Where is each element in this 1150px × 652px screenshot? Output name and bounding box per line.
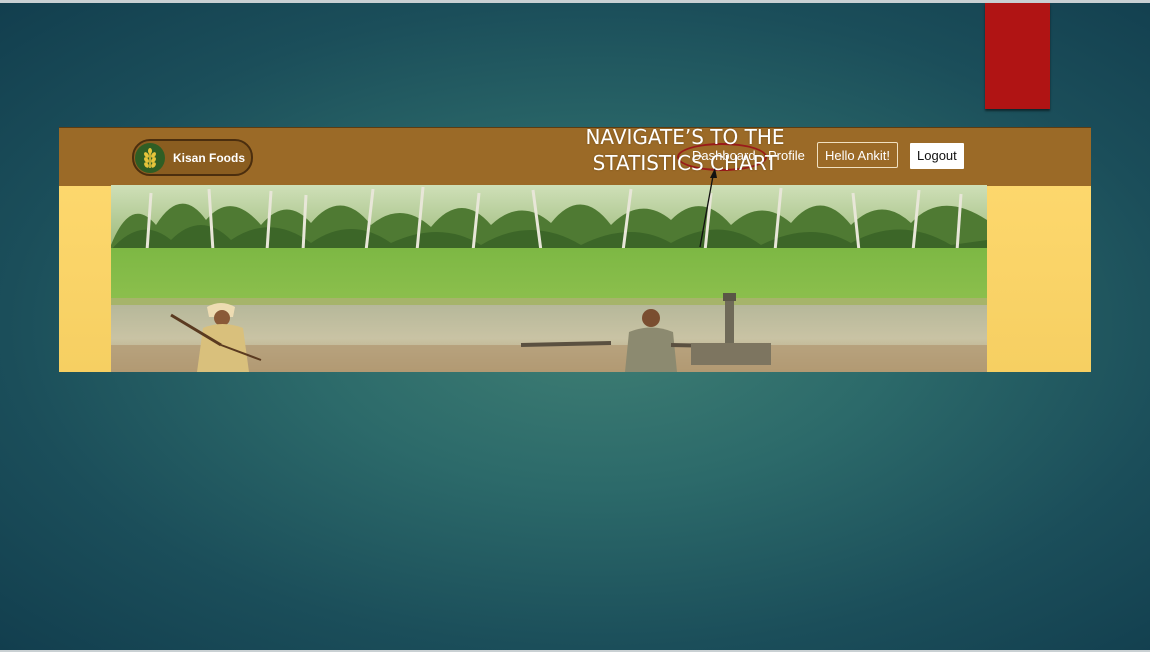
callout-annotation: NAVIGATE’S TO THE STATISTICS CHART <box>560 124 810 176</box>
wheat-icon <box>135 142 165 173</box>
brand-name: Kisan Foods <box>173 150 246 165</box>
callout-line-1: NAVIGATE’S TO THE <box>585 125 785 149</box>
callout-line-2: STATISTICS CHART <box>592 151 778 175</box>
red-accent-tab <box>985 3 1050 109</box>
slide-top-border <box>0 0 1150 3</box>
greeting-button[interactable]: Hello Ankit! <box>817 142 899 168</box>
hero-farm-image <box>111 185 987 372</box>
logout-button[interactable]: Logout <box>910 143 964 169</box>
brand-logo-link[interactable]: Kisan Foods <box>132 139 253 176</box>
